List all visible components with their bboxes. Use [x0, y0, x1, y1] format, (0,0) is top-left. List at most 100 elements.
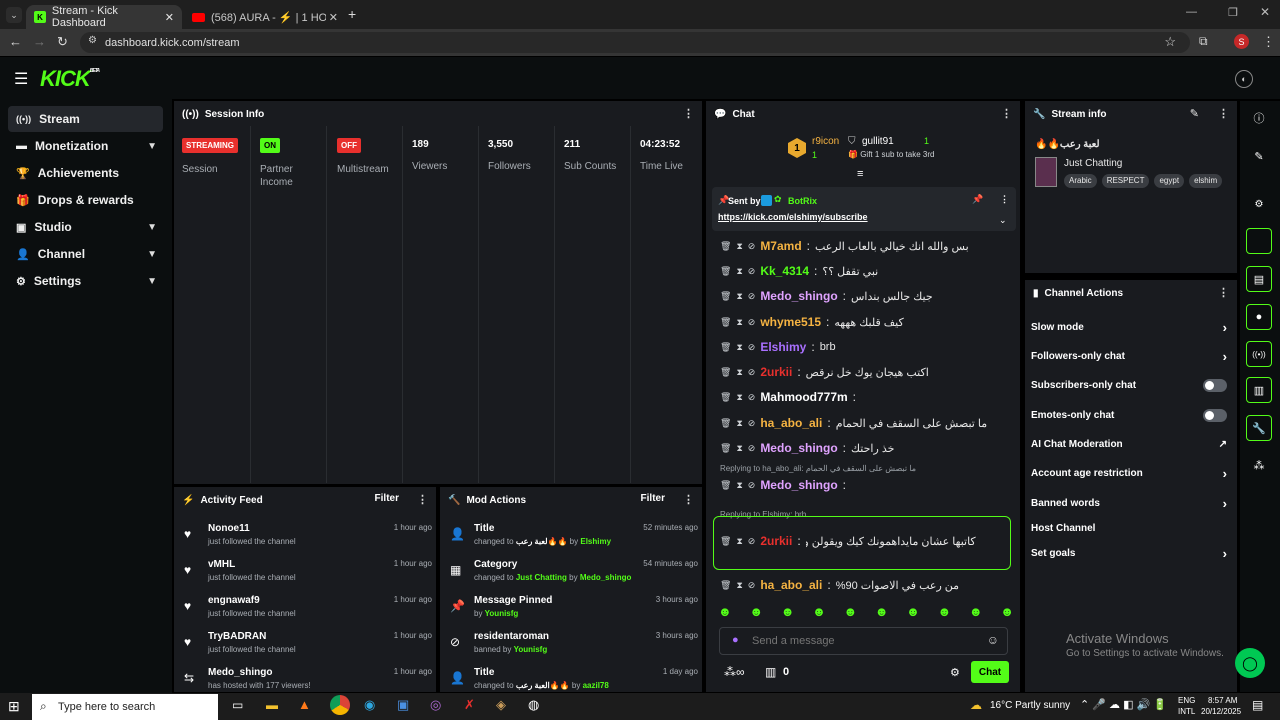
host-name[interactable]: Medo_shingo	[208, 667, 272, 678]
chat-username[interactable]: Medo_shingo	[760, 478, 837, 492]
timeout-icon[interactable]: ⧗	[736, 580, 742, 591]
timeout-icon[interactable]: ⧗	[736, 367, 742, 378]
clock-date[interactable]: 20/12/2025	[1201, 707, 1241, 716]
info-icon[interactable]: ⓘ	[1246, 105, 1272, 131]
mic-icon[interactable]: ●	[732, 634, 739, 646]
delete-icon[interactable]: 🗑	[720, 317, 731, 328]
chat-username[interactable]: 2urkii	[760, 534, 792, 548]
timeout-icon[interactable]: ⧗	[736, 241, 742, 252]
chat-username[interactable]: M7amd	[760, 239, 801, 253]
follower-name[interactable]: vMHL	[208, 559, 235, 570]
emote-icon[interactable]: ☻	[938, 604, 952, 624]
timeout-icon[interactable]: ⧗	[736, 342, 742, 353]
chat-panel-icon[interactable]	[1246, 228, 1272, 254]
ban-icon[interactable]: ⊘	[748, 342, 756, 353]
edge-icon[interactable]: ◉	[364, 697, 375, 713]
action-ai-moderation[interactable]: AI Chat Moderation ↗	[1031, 433, 1229, 455]
taskbar-search-field[interactable]: ⌕ Type here to search	[32, 694, 218, 720]
app-icon-red[interactable]: ✗	[464, 697, 475, 713]
chat-message[interactable]: 🗑 ⧗ ⊘ M7amd: بس والله انك خيالي بالعاب الرعب	[720, 235, 1020, 257]
tag-chip[interactable]: elshim	[1189, 174, 1223, 188]
browser-tab-youtube[interactable]: (568) AURA - ⚡ | 1 HOUR AE ✕	[184, 5, 344, 29]
ban-icon[interactable]: ⊘	[748, 536, 756, 547]
timeout-icon[interactable]: ⧗	[736, 392, 742, 403]
app-icon-game[interactable]: ◈	[496, 697, 506, 713]
delete-icon[interactable]: 🗑	[720, 443, 731, 454]
browser-menu-icon[interactable]: ⋮	[1262, 34, 1275, 50]
chat-username[interactable]: ha_abo_ali	[760, 416, 822, 430]
action-banned-words[interactable]: Banned words ›	[1031, 492, 1229, 514]
chat-username[interactable]: Kk_4314	[760, 264, 809, 278]
chat-message[interactable]: 🗑 ⧗ ⊘ Medo_shingo: خذ راحتك	[720, 437, 1020, 459]
sidebar-item-channel[interactable]: 👤 Channel ▼	[8, 241, 163, 267]
lang-intl[interactable]: INTL	[1178, 707, 1195, 716]
url-field[interactable]: ⚙ dashboard.kick.com/stream ☆	[80, 32, 1190, 53]
notes-icon[interactable]: ▤	[1246, 266, 1272, 292]
delete-icon[interactable]: 🗑	[720, 291, 731, 302]
chat-username[interactable]: Medo_shingo	[760, 441, 837, 455]
store-icon[interactable]: ▥	[765, 665, 776, 679]
clock-time[interactable]: 8:57 AM	[1208, 696, 1237, 705]
detail-user[interactable]: Medo_shingo	[580, 573, 632, 582]
subscribers-only-toggle[interactable]	[1203, 378, 1227, 392]
collapse-icon[interactable]: ≡	[857, 168, 863, 180]
more-options-icon[interactable]: ⋮	[1218, 107, 1229, 120]
reload-icon[interactable]: ↻	[57, 34, 68, 50]
kick-logo[interactable]: KICKBETA	[40, 66, 100, 92]
pen-icon[interactable]: ✎	[1246, 143, 1272, 169]
chat-input[interactable]: ● ☺	[719, 627, 1008, 655]
tag-chip[interactable]: egypt	[1154, 174, 1185, 188]
delete-icon[interactable]: 🗑	[720, 392, 731, 403]
tag-chip[interactable]: RESPECT	[1101, 174, 1150, 188]
chat-username[interactable]: whyme515	[760, 315, 821, 329]
chevron-down-icon[interactable]: ⌄	[999, 215, 1007, 226]
support-chat-button[interactable]: ◯	[1235, 648, 1265, 678]
ban-icon[interactable]: ⊘	[748, 392, 756, 403]
ban-icon[interactable]: ⊘	[748, 367, 756, 378]
emote-icon[interactable]: ☻	[906, 604, 920, 624]
points-icon[interactable]: ⁂∞	[724, 665, 745, 679]
action-host-channel[interactable]: Host Channel	[1031, 517, 1229, 539]
weather-text[interactable]: 16°C Partly sunny	[990, 700, 1070, 711]
emote-icon[interactable]: ☻	[812, 604, 826, 624]
gifter-name-2[interactable]: gullit91	[862, 136, 894, 147]
ban-icon[interactable]: ⊘	[748, 418, 756, 429]
layout-icon[interactable]: ▥	[1246, 377, 1272, 403]
gift-prompt[interactable]: 🎁 Gift 1 sub to take 3rd	[848, 150, 934, 159]
more-options-icon[interactable]: ⋮	[683, 493, 694, 506]
delete-icon[interactable]: 🗑	[720, 367, 731, 378]
follower-name[interactable]: TryBADRAN	[208, 631, 266, 642]
sidebar-item-studio[interactable]: ▣ Studio ▼	[8, 214, 163, 240]
tab-search-icon[interactable]: ⌄	[6, 7, 22, 23]
chat-settings-icon[interactable]: ⚙	[950, 666, 960, 679]
chat-username[interactable]: 2urkii	[760, 365, 792, 379]
delete-icon[interactable]: 🗑	[720, 266, 731, 277]
ban-icon[interactable]: ⊘	[748, 480, 756, 491]
back-icon[interactable]: ←	[9, 34, 22, 49]
chat-username[interactable]: Medo_shingo	[760, 289, 837, 303]
file-explorer-icon[interactable]: ▬	[266, 698, 278, 712]
action-account-age[interactable]: Account age restriction ›	[1031, 462, 1229, 484]
chat-message[interactable]: 🗑 ⧗ ⊘ Elshimy: brb	[720, 336, 1020, 358]
delete-icon[interactable]: 🗑	[720, 580, 731, 591]
new-tab-icon[interactable]: +	[348, 6, 356, 22]
settings-icon[interactable]: ⚙	[1246, 191, 1272, 217]
timeout-icon[interactable]: ⧗	[736, 480, 742, 491]
chat-message[interactable]: 🗑 ⧗ ⊘ ha_abo_ali: ما تبصش على السقف في الحما…	[720, 412, 1020, 434]
ban-icon[interactable]: ⊘	[748, 443, 756, 454]
more-options-icon[interactable]: ⋮	[1001, 107, 1012, 120]
lang-eng[interactable]: ENG	[1178, 696, 1195, 705]
wrench-icon[interactable]: 🔧	[1246, 415, 1272, 441]
sidebar-item-settings[interactable]: ⚙ Settings ▼	[8, 268, 163, 294]
app-icon-blue[interactable]: ▣	[397, 697, 409, 713]
delete-icon[interactable]: 🗑	[720, 480, 731, 491]
user-avatar[interactable]: ◐	[1235, 70, 1253, 88]
minimize-icon[interactable]: —	[1186, 6, 1197, 18]
chat-username[interactable]: Mahmood777m	[760, 390, 847, 404]
ban-icon[interactable]: ⊘	[748, 241, 756, 252]
timeout-icon[interactable]: ⧗	[736, 266, 742, 277]
action-followers-only[interactable]: Followers-only chat ›	[1031, 345, 1229, 367]
timeout-icon[interactable]: ⧗	[736, 443, 742, 454]
sidebar-item-monetization[interactable]: ▬ Monetization ▼	[8, 133, 163, 159]
browser-tab-kick[interactable]: K Stream - Kick Dashboard ✕	[26, 5, 182, 29]
